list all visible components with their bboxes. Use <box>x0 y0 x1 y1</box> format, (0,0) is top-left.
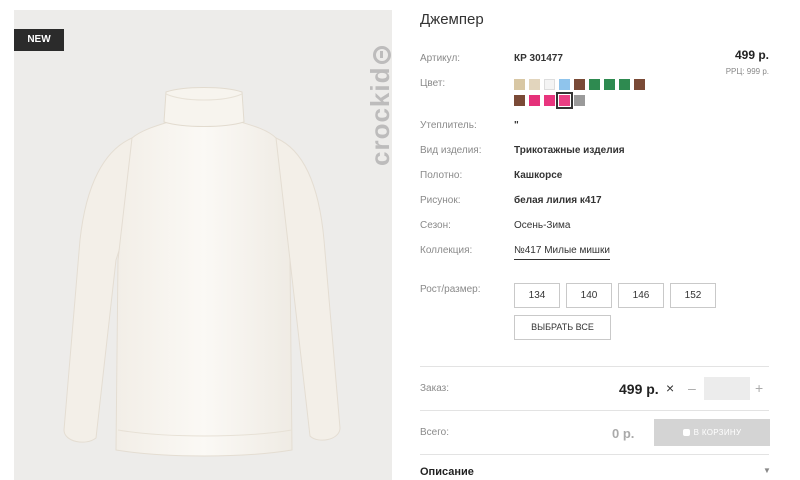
divider <box>420 410 769 411</box>
order-label: Заказ: <box>420 383 450 394</box>
color-swatch[interactable] <box>604 79 615 90</box>
recommended-price: РРЦ: 999 р. <box>725 67 769 76</box>
total-value: 0 р. <box>612 426 635 441</box>
quantity-input[interactable] <box>704 377 750 400</box>
insulation-value: " <box>514 120 519 131</box>
color-swatch[interactable] <box>589 79 600 90</box>
color-swatch[interactable] <box>544 79 555 90</box>
insulation-label: Утеплитель: <box>420 120 477 131</box>
color-swatch[interactable] <box>574 79 585 90</box>
color-swatch[interactable] <box>514 95 525 106</box>
chevron-down-icon[interactable]: ▼ <box>763 466 771 475</box>
season-label: Сезон: <box>420 220 451 231</box>
type-value: Трикотажные изделия <box>514 145 625 156</box>
pattern-value: белая лилия к417 <box>514 195 602 206</box>
collection-link[interactable]: №417 Милые мишки <box>514 245 610 260</box>
type-label: Вид изделия: <box>420 145 482 156</box>
increase-quantity-button[interactable]: + <box>755 380 763 396</box>
size-label: Рост/размер: <box>420 284 481 295</box>
select-all-sizes-button[interactable]: ВЫБРАТЬ ВСЕ <box>514 315 611 340</box>
color-swatch[interactable] <box>559 79 570 90</box>
article-value: КР 301477 <box>514 53 563 64</box>
product-image[interactable]: NEW crockid <box>14 10 392 480</box>
divider <box>420 366 769 367</box>
size-option-140[interactable]: 140 <box>566 283 612 308</box>
size-option-134[interactable]: 134 <box>514 283 560 308</box>
color-label: Цвет: <box>420 78 446 89</box>
fabric-label: Полотно: <box>420 170 463 181</box>
description-toggle[interactable]: Описание <box>420 466 474 478</box>
order-price: 499 р. <box>619 381 659 397</box>
jumper-illustration <box>63 87 341 457</box>
size-option-146[interactable]: 146 <box>618 283 664 308</box>
color-swatch[interactable] <box>619 79 630 90</box>
article-label: Артикул: <box>420 53 461 64</box>
total-label: Всего: <box>420 427 449 438</box>
color-swatch[interactable] <box>544 95 555 106</box>
add-to-cart-button[interactable]: В КОРЗИНУ <box>654 419 770 446</box>
color-swatch[interactable] <box>514 79 525 90</box>
divider <box>420 454 769 455</box>
add-to-cart-label: В КОРЗИНУ <box>693 428 742 437</box>
size-option-152[interactable]: 152 <box>670 283 716 308</box>
color-swatch[interactable] <box>529 79 540 90</box>
fabric-value: Кашкорсе <box>514 170 563 181</box>
times-icon: × <box>666 380 675 396</box>
season-value: Осень-Зима <box>514 220 571 231</box>
collection-label: Коллекция: <box>420 245 473 256</box>
color-swatch[interactable] <box>634 79 645 90</box>
product-title: Джемпер <box>420 11 484 28</box>
color-swatch[interactable] <box>529 95 540 106</box>
decrease-quantity-button[interactable]: – <box>688 380 696 396</box>
color-swatch[interactable] <box>574 95 585 106</box>
product-price: 499 р. <box>734 48 769 62</box>
cart-icon <box>682 429 690 436</box>
color-swatch-selected[interactable] <box>556 92 573 109</box>
pattern-label: Рисунок: <box>420 195 461 206</box>
